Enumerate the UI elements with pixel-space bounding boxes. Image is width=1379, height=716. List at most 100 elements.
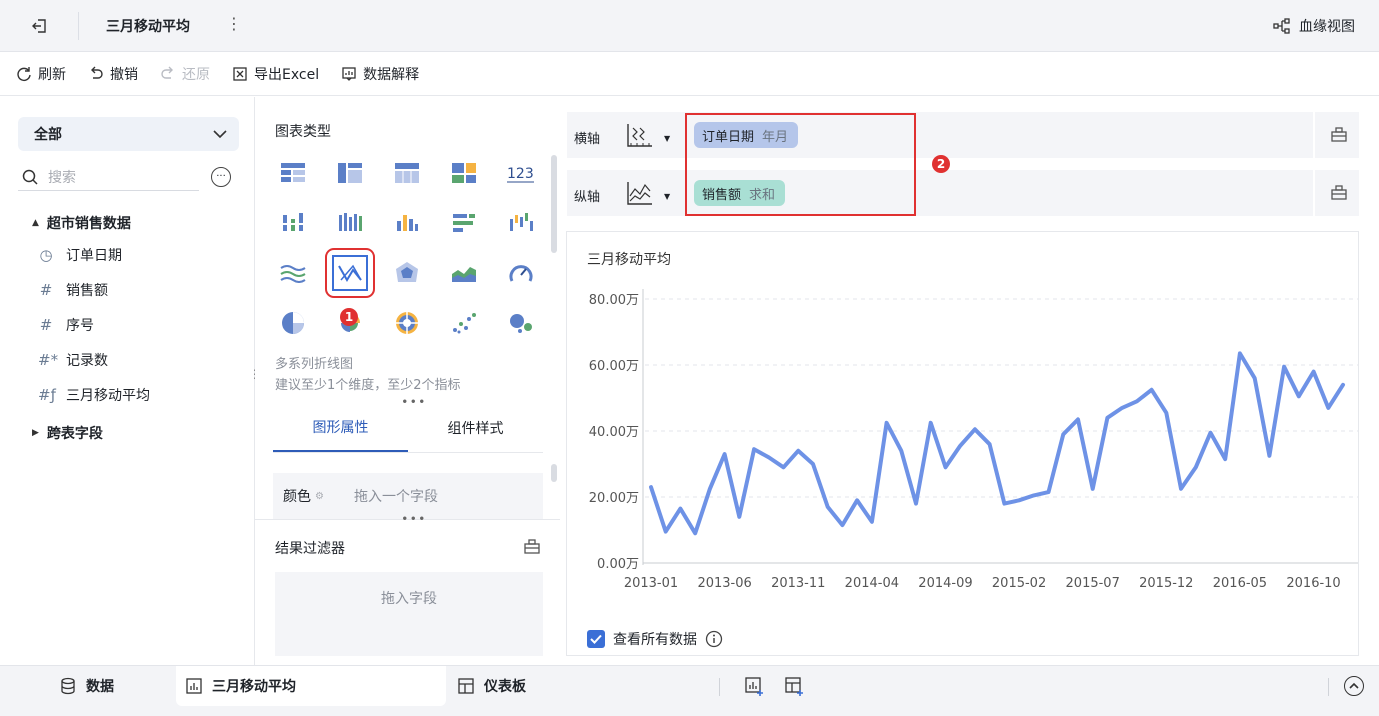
dashboard-icon xyxy=(458,678,474,694)
field-moving-average[interactable]: #ƒ 三月移动平均 xyxy=(38,385,150,405)
more-options-icon[interactable]: ⋮ xyxy=(226,14,242,33)
x-axis-settings-icon[interactable] xyxy=(1331,126,1347,146)
add-component-icon[interactable] xyxy=(745,677,765,701)
tab-graphic-properties[interactable]: 图形属性 xyxy=(273,403,408,452)
title-bar: 三月移动平均 ⋮ 血缘视图 xyxy=(0,0,1379,52)
x-axis-icon[interactable] xyxy=(625,122,653,152)
undo-icon xyxy=(91,66,103,79)
info-icon[interactable] xyxy=(705,630,723,648)
hash-icon: # xyxy=(39,281,53,299)
caret-down-icon[interactable]: ▼ xyxy=(664,192,670,201)
tab-moving-average[interactable]: 三月移动平均 xyxy=(176,666,446,706)
chart-panel: 三月移动平均 0.00万 20.00万 40.00万 60.00万 80.00万 2013… xyxy=(566,231,1359,656)
scope-select[interactable]: 全部 xyxy=(18,117,239,151)
exit-icon[interactable] xyxy=(26,14,54,38)
collapse-up-icon[interactable] xyxy=(1344,676,1364,696)
excel-icon xyxy=(233,66,247,81)
y-tick-label: 40.00万 xyxy=(589,425,639,440)
hash-icon: # xyxy=(39,316,53,334)
chart-type-scrollbar[interactable] xyxy=(551,155,557,253)
refresh-button[interactable]: 刷新 xyxy=(16,64,66,84)
y-tick-label: 0.00万 xyxy=(597,557,639,572)
line-chart: 0.00万 20.00万 40.00万 60.00万 80.00万 2013-01 2013… xyxy=(589,289,1358,591)
x-tick-label: 2015-02 xyxy=(992,576,1046,591)
treemap-icon[interactable] xyxy=(446,155,482,191)
data-panel: 全部 搜索 ··· ▲ 超市销售数据 ◷ 订单日期 # 销售额 # 序号 #* … xyxy=(0,97,255,665)
svg-text:123: 123 xyxy=(507,166,534,182)
pie-chart-icon[interactable] xyxy=(275,305,311,341)
field-sales[interactable]: # 销售额 xyxy=(38,280,108,300)
show-all-data-toggle[interactable]: 查看所有数据 xyxy=(587,629,723,649)
add-dashboard-icon[interactable] xyxy=(785,677,805,701)
x-tick-label: 2013-11 xyxy=(771,576,825,591)
field-seq[interactable]: # 序号 xyxy=(38,315,94,335)
toolbar: 刷新 撤销 还原 导出Excel 数据解释 xyxy=(0,52,1379,96)
y-axis-settings-icon[interactable] xyxy=(1331,184,1347,204)
tab-data[interactable]: 数据 xyxy=(60,666,114,706)
bottom-bar: 数据 三月移动平均 仪表板 xyxy=(0,665,1379,716)
divider xyxy=(719,678,720,696)
scatter-icon[interactable] xyxy=(446,305,482,341)
caret-down-icon[interactable]: ▼ xyxy=(664,134,670,143)
export-excel-button[interactable]: 导出Excel xyxy=(232,64,319,84)
chart-type-title: 图表类型 xyxy=(275,124,331,140)
stacked-column-icon[interactable] xyxy=(275,205,311,241)
column-chart-icon[interactable] xyxy=(389,205,425,241)
y-axis-icon[interactable] xyxy=(625,180,653,210)
undo-label: 撤销 xyxy=(110,66,138,83)
refresh-icon xyxy=(17,66,31,81)
data-explain-button[interactable]: 数据解释 xyxy=(341,64,419,84)
field-label: 序号 xyxy=(66,318,94,334)
step-badge-2: 2 xyxy=(932,155,950,173)
clock-icon: ◷ xyxy=(39,246,53,264)
shelf-divider xyxy=(1313,170,1315,216)
waterfall-icon[interactable] xyxy=(503,205,539,241)
gauge-icon[interactable] xyxy=(503,255,539,291)
filter-drop-zone[interactable]: 拖入字段 xyxy=(275,572,543,656)
caret-down-icon: ▲ xyxy=(32,218,39,228)
field-record-count[interactable]: #* 记录数 xyxy=(38,350,108,370)
x-tick-label: 2016-05 xyxy=(1213,576,1267,591)
x-axis-label: 横轴 xyxy=(574,132,601,147)
step-badge-1: 1 xyxy=(340,308,358,326)
area-wave-icon[interactable] xyxy=(275,255,311,291)
tab-component-style[interactable]: 组件样式 xyxy=(408,403,543,452)
multi-column-icon[interactable] xyxy=(332,205,368,241)
multi-series-line-icon[interactable] xyxy=(325,248,375,298)
scope-label: 全部 xyxy=(34,127,62,143)
caret-right-icon: ▶ xyxy=(32,428,39,438)
hash-star-icon: #* xyxy=(38,351,59,369)
gear-icon: ⚙ xyxy=(315,490,324,502)
property-scrollbar[interactable] xyxy=(551,464,557,482)
cross-table-icon[interactable] xyxy=(332,155,368,191)
x-tick-label: 2013-06 xyxy=(697,576,751,591)
radar-icon[interactable] xyxy=(389,255,425,291)
undo-button[interactable]: 撤销 xyxy=(88,64,138,84)
table-icon[interactable] xyxy=(275,155,311,191)
tab-dashboard[interactable]: 仪表板 xyxy=(458,666,526,706)
group-cross-table[interactable]: ▶ 跨表字段 xyxy=(32,423,103,443)
data-explain-label: 数据解释 xyxy=(363,66,420,83)
lineage-view-button[interactable]: 血缘视图 xyxy=(1273,16,1355,36)
sunburst-icon[interactable] xyxy=(389,305,425,341)
filter-settings-icon[interactable] xyxy=(524,538,540,558)
data-explain-icon xyxy=(342,66,356,81)
kpi-number-icon[interactable]: 123 xyxy=(503,155,539,191)
chart-icon xyxy=(186,678,202,694)
detail-table-icon[interactable] xyxy=(389,155,425,191)
area-chart-icon[interactable] xyxy=(446,255,482,291)
redo-button[interactable]: 还原 xyxy=(160,64,210,84)
show-all-label: 查看所有数据 xyxy=(613,632,697,648)
resize-handle-bottom[interactable]: ∙∙∙ xyxy=(401,511,427,525)
more-icon[interactable]: ··· xyxy=(211,167,231,187)
group-superstore[interactable]: ▲ 超市销售数据 xyxy=(32,213,131,233)
group-label: 超市销售数据 xyxy=(46,216,131,232)
chart-type-panel: 图表类型 123 1 多系列折线图 建议至少1个维度，至少2个指标 ∙∙∙ 图形… xyxy=(255,97,560,665)
checkbox-checked-icon[interactable] xyxy=(587,630,605,648)
x-tick-label: 2014-04 xyxy=(845,576,899,591)
bar-chart-icon[interactable] xyxy=(446,205,482,241)
field-order-date[interactable]: ◷ 订单日期 xyxy=(38,245,122,265)
hash-formula-icon: #ƒ xyxy=(38,386,56,404)
search-input[interactable]: 搜索 xyxy=(18,163,199,191)
bubble-icon[interactable] xyxy=(503,305,539,341)
